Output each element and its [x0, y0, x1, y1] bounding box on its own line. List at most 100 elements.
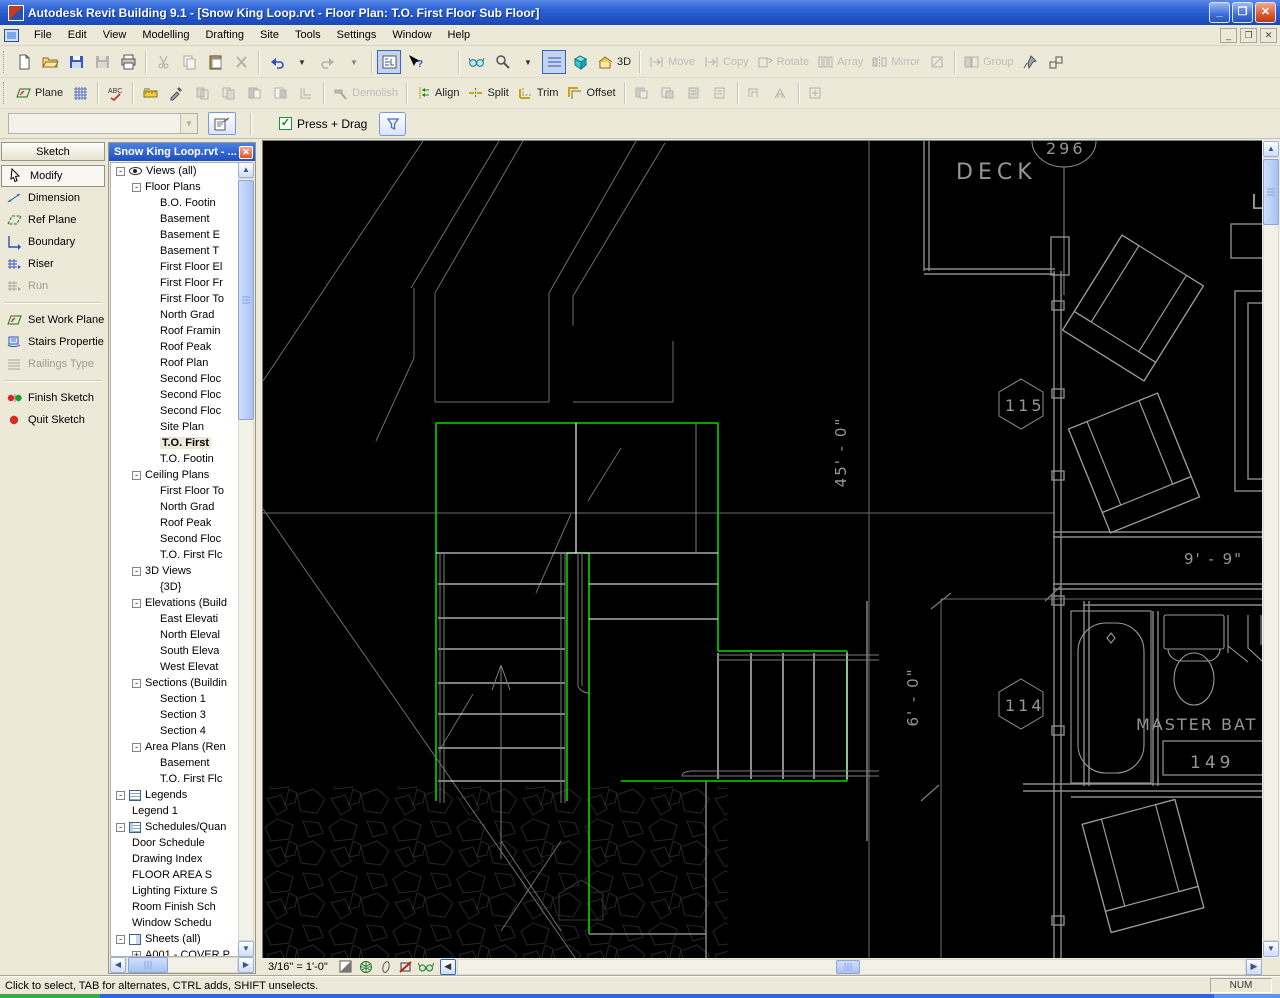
work-grid-button[interactable] [68, 81, 92, 105]
toolbar-grip-2[interactable] [3, 82, 6, 104]
tree-item[interactable]: Roof Plan [111, 355, 240, 371]
drawing-area[interactable]: DECK 296 115 114 45' - 0" 6' - 0" 9' - 9… [262, 140, 1263, 959]
tree-item[interactable]: First Floor To [111, 291, 240, 307]
canvas-vscroll-track[interactable] [1263, 157, 1279, 941]
mirror-button[interactable]: Mirror [868, 50, 923, 74]
tree-item[interactable]: Room Finish Sch [111, 899, 240, 915]
sketch-set-work-plane-button[interactable]: Set Work Plane [0, 309, 106, 331]
tree-item[interactable]: Site Plan [111, 419, 240, 435]
wall-join-button[interactable] [294, 81, 318, 105]
tree-item[interactable]: Legends [111, 787, 240, 803]
sketch-quit-button[interactable]: Quit Sketch [0, 409, 106, 431]
rotate-button[interactable]: Rotate [754, 50, 812, 74]
tree-scroll-down[interactable]: ▼ [238, 941, 254, 957]
tree-item[interactable]: First Floor El [111, 259, 240, 275]
join-geometry-button[interactable] [268, 81, 292, 105]
copy-button[interactable] [177, 50, 201, 74]
project-browser-toggle[interactable] [377, 50, 401, 74]
delete-button[interactable] [229, 50, 253, 74]
shadows-icon[interactable] [377, 959, 395, 974]
print-button[interactable] [116, 50, 140, 74]
tree-item[interactable]: Roof Peak [111, 515, 240, 531]
tree-expander[interactable] [116, 790, 125, 800]
tree-item[interactable]: Views (all) [111, 163, 240, 179]
undo-dropdown[interactable]: ▼ [290, 50, 314, 74]
tree-scroll-right[interactable]: ▶ [238, 957, 254, 973]
tree-expander[interactable] [132, 742, 141, 752]
tree-item[interactable]: 3D Views [111, 563, 240, 579]
tree-item[interactable]: South Eleva [111, 643, 240, 659]
thin-lines-button[interactable] [542, 50, 566, 74]
copy-tool-button[interactable]: Copy [700, 50, 752, 74]
minimize-button[interactable]: _ [1209, 2, 1230, 23]
zoom-button[interactable] [490, 50, 514, 74]
shading-button[interactable] [568, 50, 592, 74]
tree-item[interactable]: FLOOR AREA S [111, 867, 240, 883]
properties-button[interactable] [208, 112, 236, 135]
edit-profile-button[interactable] [656, 81, 680, 105]
edit-cut-profile-button[interactable] [630, 81, 654, 105]
mdi-restore-button[interactable]: ❐ [1240, 27, 1257, 43]
filter-button[interactable] [379, 111, 407, 136]
tree-item[interactable]: B.O. Footin [111, 195, 240, 211]
sketch-run-button[interactable]: Run [0, 275, 106, 297]
tree-item[interactable]: Schedules/Quan [111, 819, 240, 835]
default-3d-view-button[interactable]: 3D [594, 50, 634, 74]
tree-item[interactable]: North Eleval [111, 627, 240, 643]
tree-item[interactable]: T.O. First Flc [111, 547, 240, 563]
canvas-scroll-left[interactable]: ◀ [439, 958, 456, 975]
menu-file[interactable]: File [26, 26, 60, 44]
tree-hscroll-thumb[interactable] [128, 957, 168, 973]
sketch-modify-button[interactable]: Modify [1, 165, 105, 187]
tree-item[interactable]: Sheets (all) [111, 931, 240, 947]
press-drag-checkbox[interactable]: ✓ [279, 117, 292, 130]
scale-control[interactable]: 3/16" = 1'-0" [268, 961, 328, 973]
sketch-dimension-button[interactable]: Dimension [0, 187, 106, 209]
sketch-riser-button[interactable]: Riser [0, 253, 106, 275]
tree-item[interactable]: West Elevat [111, 659, 240, 675]
sketch-ref-plane-button[interactable]: Ref Plane [0, 209, 106, 231]
sketch-railings-type-button[interactable]: Railings Type [0, 353, 106, 375]
mdi-close-button[interactable]: ✕ [1260, 27, 1277, 43]
save-button[interactable] [64, 50, 88, 74]
edit-elevation-button[interactable] [682, 81, 706, 105]
offset-button[interactable]: Offset [563, 81, 618, 105]
linework-button[interactable] [190, 81, 214, 105]
zoom-dropdown[interactable]: ▼ [516, 50, 540, 74]
tree-item[interactable]: Section 3 [111, 707, 240, 723]
context-help-button[interactable]: ? [403, 50, 427, 74]
tree-item[interactable]: Roof Peak [111, 339, 240, 355]
tree-item[interactable]: Second Floc [111, 403, 240, 419]
close-icon[interactable]: ✕ [239, 145, 253, 159]
trim-button[interactable]: Trim [514, 81, 562, 105]
type-selector[interactable]: ▼ [8, 113, 198, 134]
sketch-finish-button[interactable]: Finish Sketch [0, 387, 106, 409]
tree-item[interactable]: North Grad [111, 499, 240, 515]
menu-view[interactable]: View [95, 26, 135, 44]
tree-item[interactable]: Section 1 [111, 691, 240, 707]
tree-expander[interactable] [132, 566, 141, 576]
tree-expander[interactable] [132, 678, 141, 688]
tree-item[interactable]: Basement [111, 755, 240, 771]
tree-item[interactable]: Floor Plans [111, 179, 240, 195]
cut-geometry-button[interactable] [242, 81, 266, 105]
demolish-button[interactable]: Demolish [329, 81, 401, 105]
canvas-scroll-up[interactable]: ▲ [1263, 141, 1279, 157]
redo-button[interactable] [316, 50, 340, 74]
tree-item[interactable]: Second Floc [111, 371, 240, 387]
edit-face-button[interactable] [708, 81, 732, 105]
tree-item[interactable]: T.O. First Flc [111, 771, 240, 787]
tree-item[interactable]: T.O. First [111, 435, 240, 451]
tree-expander[interactable] [132, 598, 141, 608]
tree-item[interactable]: Roof Framin [111, 323, 240, 339]
opening-button[interactable] [743, 81, 767, 105]
menu-window[interactable]: Window [384, 26, 439, 44]
menu-settings[interactable]: Settings [329, 26, 385, 44]
tree-item[interactable]: Ceiling Plans [111, 467, 240, 483]
sketch-stairs-properties-button[interactable]: Stairs Propertie [0, 331, 106, 353]
canvas-vscroll-thumb[interactable] [1263, 159, 1279, 225]
resize-button[interactable] [925, 50, 949, 74]
tree-item[interactable]: First Floor To [111, 483, 240, 499]
tree-item[interactable]: Basement T [111, 243, 240, 259]
undo-button[interactable] [264, 50, 288, 74]
